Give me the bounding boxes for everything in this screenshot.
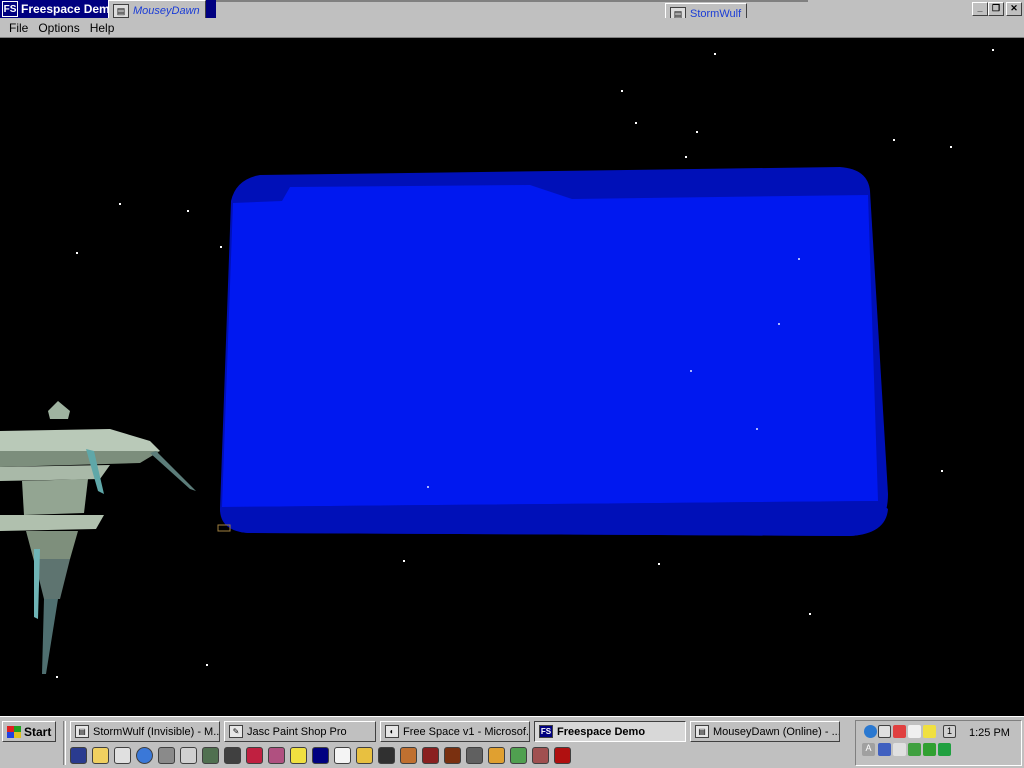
menu-file[interactable]: File <box>4 21 33 35</box>
skull-icon[interactable] <box>378 746 395 764</box>
menu-options[interactable]: Options <box>33 21 84 35</box>
game-icon[interactable] <box>400 746 417 764</box>
title-bar: FS Freespace Demo ▤ MouseyDawn ▤ StormWu… <box>0 0 1024 24</box>
internet-explorer-icon[interactable] <box>136 746 153 764</box>
app-shortcut-icon[interactable] <box>70 746 87 764</box>
map-icon[interactable] <box>510 746 527 764</box>
tray-badge[interactable]: 1 <box>943 725 956 738</box>
tool-icon[interactable] <box>158 746 175 764</box>
messenger-icon: ▤ <box>695 725 709 738</box>
brush-icon[interactable] <box>532 746 549 764</box>
network-icon[interactable] <box>202 746 219 764</box>
close-button[interactable]: ✕ <box>1006 2 1022 16</box>
card-icon[interactable] <box>893 725 906 738</box>
taskbar: Start ▤ StormWulf (Invisible) - M... ✎ J… <box>0 716 1024 768</box>
space-station <box>0 401 196 674</box>
start-button[interactable]: Start <box>2 721 56 742</box>
fs-shortcut-icon[interactable] <box>312 746 329 764</box>
network-icon[interactable] <box>878 743 891 756</box>
menu-help[interactable]: Help <box>85 21 120 35</box>
paintbrush-icon: ✎ <box>229 725 243 738</box>
task-button-stormwulf[interactable]: ▤ StormWulf (Invisible) - M... <box>70 721 220 742</box>
hand-icon[interactable] <box>908 725 921 738</box>
palette-icon[interactable] <box>268 746 285 764</box>
font-icon[interactable]: A <box>862 743 875 756</box>
messenger-status-icon[interactable] <box>938 743 951 756</box>
disk-icon[interactable] <box>180 746 197 764</box>
task-button-paint-shop-pro[interactable]: ✎ Jasc Paint Shop Pro <box>224 721 376 742</box>
camera-icon[interactable] <box>224 746 241 764</box>
fs-icon: FS <box>539 725 553 738</box>
globe-icon[interactable] <box>864 725 877 738</box>
space-scene <box>0 49 994 678</box>
windows-flag-icon <box>7 725 21 738</box>
messenger-icon: ▤ <box>75 725 89 738</box>
help-icon[interactable] <box>290 746 307 764</box>
task-button-freespace-demo[interactable]: FS Freespace Demo <box>534 721 686 742</box>
pencil-yellow-icon[interactable] <box>488 746 505 764</box>
game-viewport[interactable] <box>0 39 1024 716</box>
quick-launch-bar <box>70 745 571 765</box>
messenger-icon: ▤ <box>113 3 129 18</box>
folder-icon[interactable] <box>92 746 109 764</box>
fs-app-icon[interactable]: FS <box>2 1 18 17</box>
book-icon[interactable] <box>554 746 571 764</box>
computer-icon[interactable] <box>466 746 483 764</box>
blue-hud-panel <box>220 167 888 536</box>
notepad-icon[interactable] <box>334 746 351 764</box>
emblem-icon[interactable] <box>422 746 439 764</box>
paint-palette-icon: ◐ <box>385 725 399 738</box>
restore-button[interactable]: ❐ <box>988 2 1004 16</box>
mask-icon[interactable] <box>444 746 461 764</box>
scheduler-icon[interactable] <box>908 743 921 756</box>
arrow-icon[interactable] <box>923 743 936 756</box>
clock[interactable]: 1:25 PM <box>969 727 1010 739</box>
monitor-icon[interactable] <box>893 743 906 756</box>
pencil-icon[interactable] <box>114 746 131 764</box>
task-button-freespace-doc[interactable]: ◐ Free Space v1 - Microsof... <box>380 721 530 742</box>
monitor-icon[interactable] <box>878 725 891 738</box>
task-button-mouseydawn[interactable]: ▤ MouseyDawn (Online) - ... <box>690 721 840 742</box>
cd-icon[interactable] <box>356 746 373 764</box>
menu-bar: File Options Help <box>0 18 1024 38</box>
package-icon[interactable] <box>246 746 263 764</box>
minimize-button[interactable]: _ <box>972 2 988 16</box>
speaker-icon[interactable] <box>923 725 936 738</box>
window-title: Freespace Demo <box>21 2 118 16</box>
